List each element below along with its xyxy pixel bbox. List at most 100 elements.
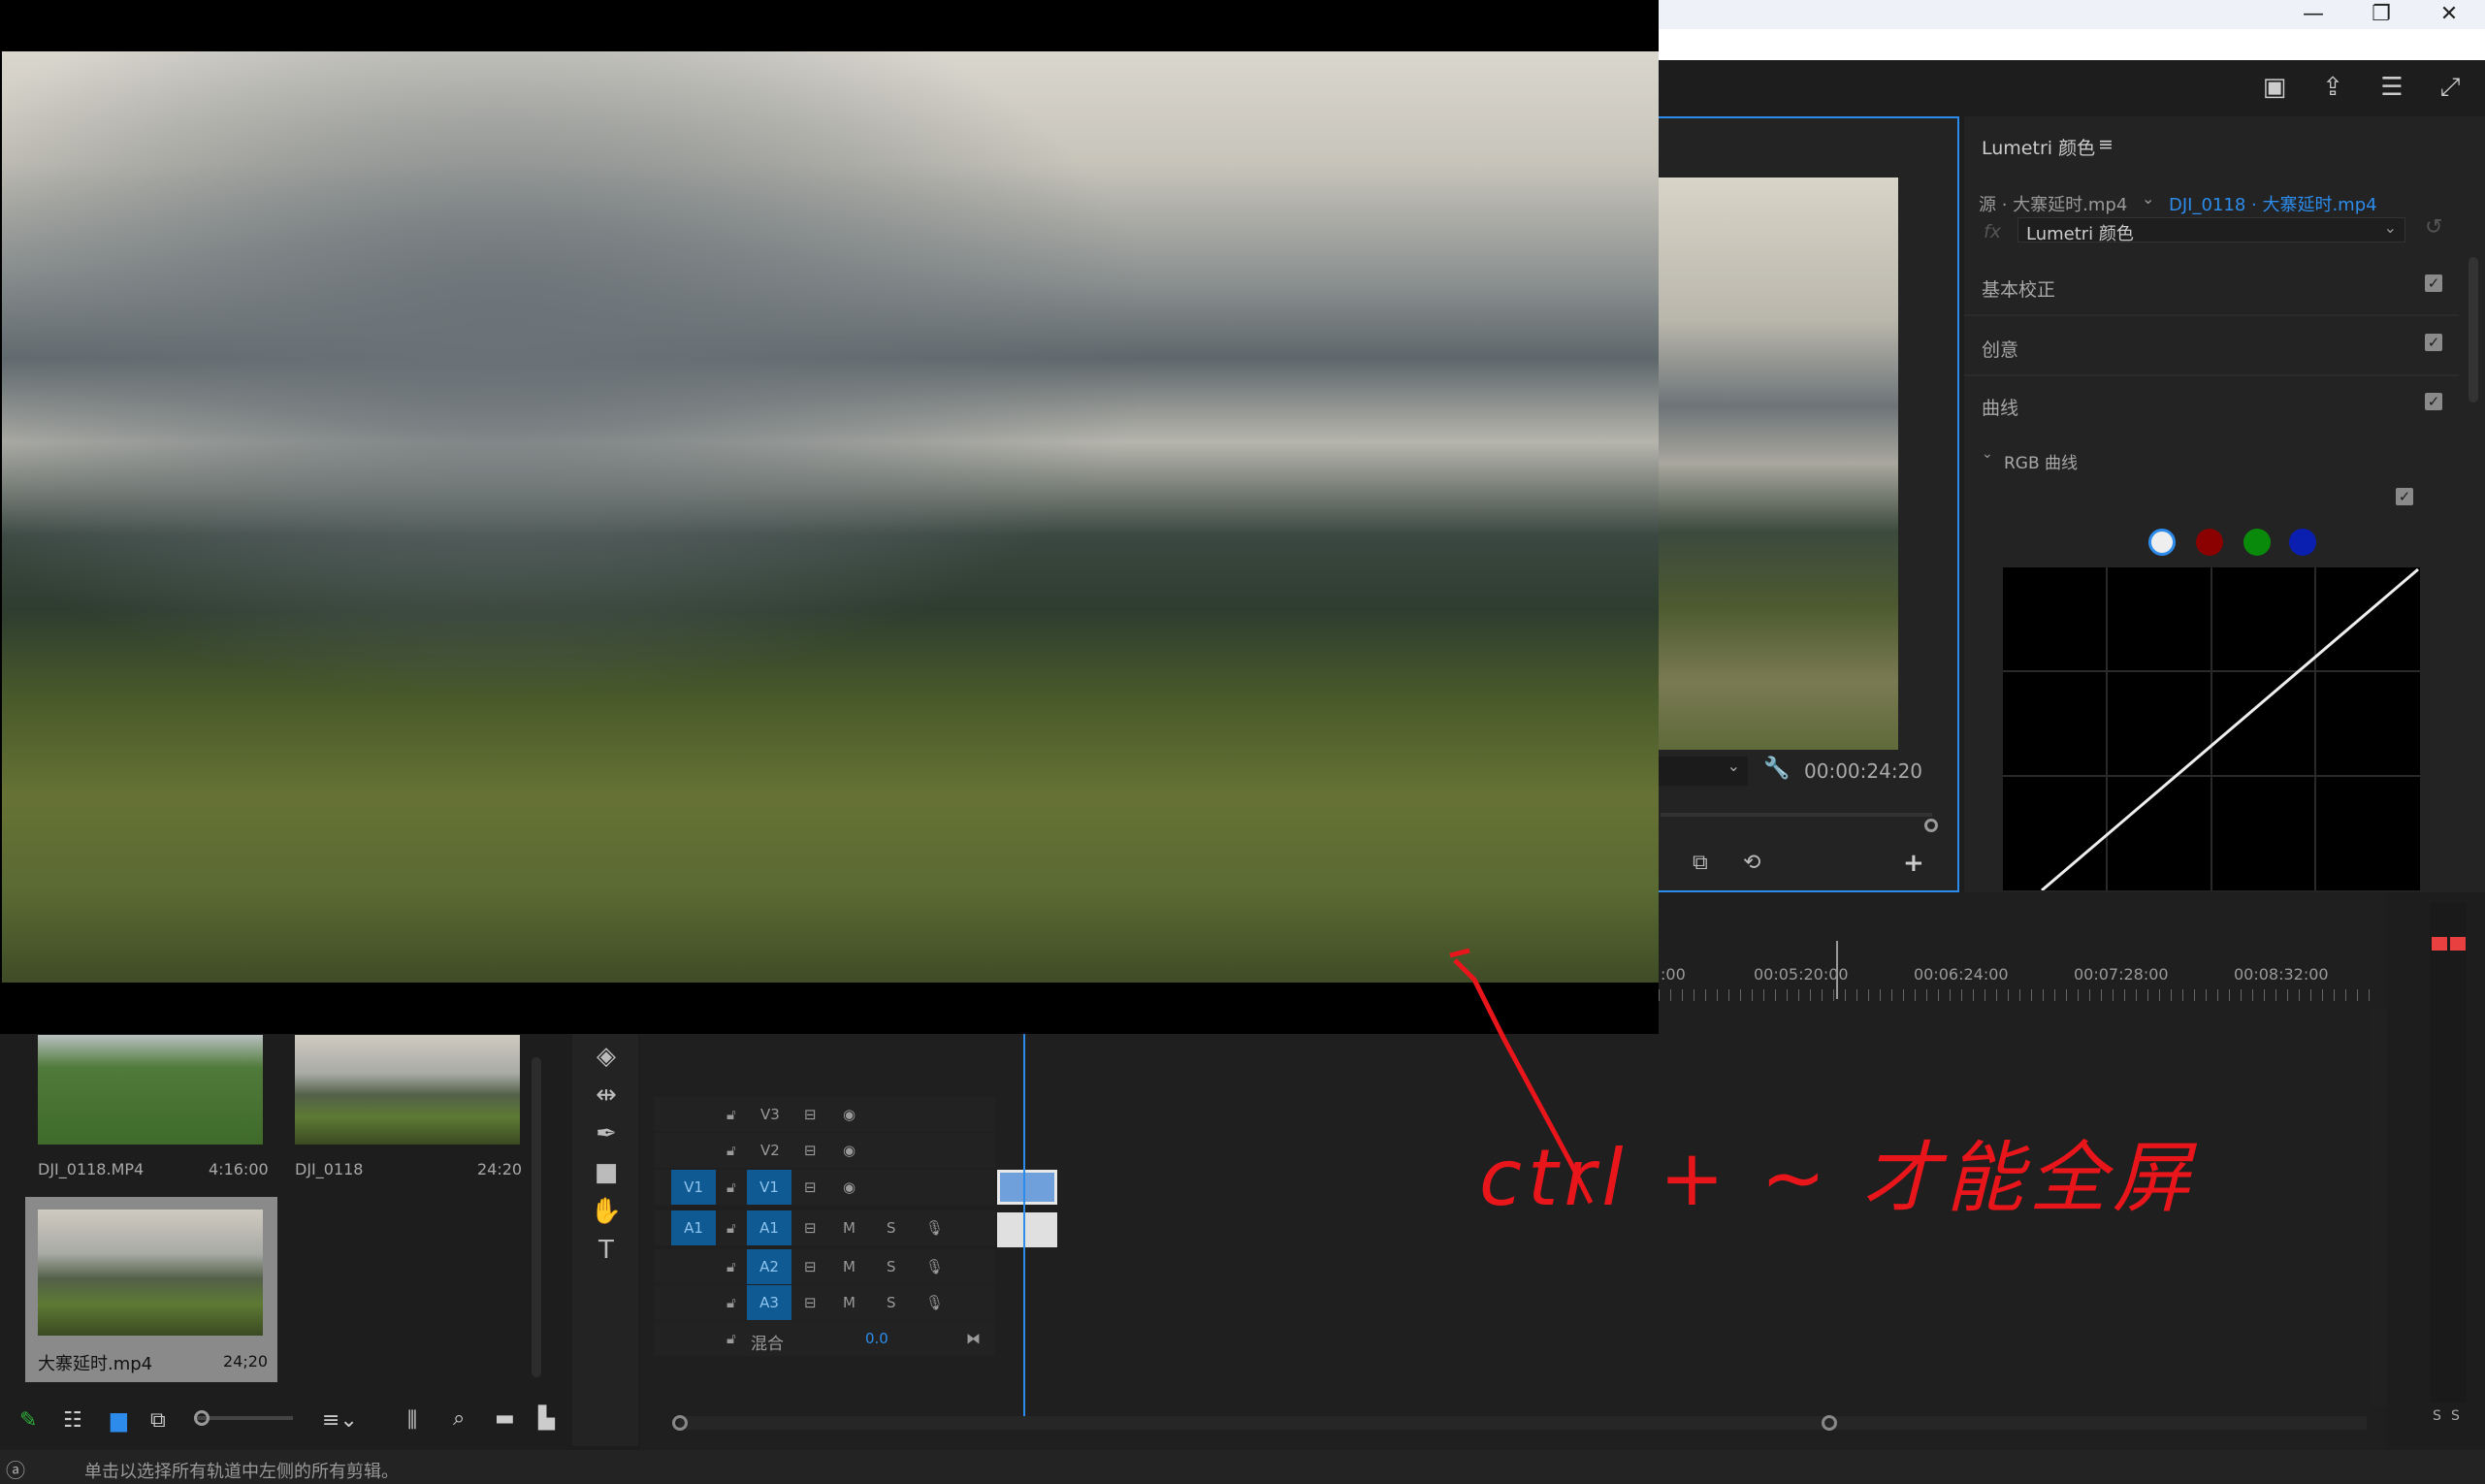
restore-button[interactable]: ❐ xyxy=(2362,2,2401,26)
type-tool-icon[interactable]: T xyxy=(582,1236,630,1271)
zoom-slider[interactable] xyxy=(196,1416,293,1420)
chevron-down-icon[interactable]: ⌄ xyxy=(1982,446,1993,462)
clip-indicator-left[interactable] xyxy=(2432,937,2447,951)
eye-icon[interactable]: ◉ xyxy=(843,1142,855,1159)
creative-cloud-icon[interactable]: ⓐ xyxy=(6,1455,25,1483)
timeline-hscrollbar[interactable] xyxy=(679,1416,2367,1430)
overwrite-icon[interactable]: ⧉ xyxy=(1693,851,1708,875)
app-header xyxy=(1659,60,2485,116)
playhead[interactable] xyxy=(1023,1034,1025,1416)
pen-tool-icon[interactable]: ✒ xyxy=(582,1119,630,1154)
close-button[interactable]: ✕ xyxy=(2430,2,2469,26)
source-clip-label[interactable]: 源 · 大寨延时.mp4 xyxy=(1979,191,2127,216)
solo-button[interactable]: S xyxy=(887,1294,896,1311)
scroll-handle-right[interactable] xyxy=(1822,1415,1837,1431)
mute-button[interactable]: M xyxy=(843,1258,855,1275)
project-scrollbar[interactable] xyxy=(532,1057,541,1377)
mic-icon[interactable]: 🎙︎ xyxy=(925,1294,944,1311)
rgb-curve-graph[interactable] xyxy=(2003,567,2420,892)
creative-checkbox[interactable]: ✓ xyxy=(2425,334,2442,351)
monitor-scrub-bar[interactable] xyxy=(1661,813,1932,817)
list-view-icon[interactable]: ☷ xyxy=(63,1408,82,1433)
add-button-icon[interactable]: + xyxy=(1903,849,1924,878)
pencil-icon[interactable]: ✎ xyxy=(19,1408,37,1433)
clip-thumbnail[interactable] xyxy=(38,1035,263,1145)
monitor-zoom-handle[interactable] xyxy=(1924,819,1938,832)
source-patch-a1[interactable]: A1 xyxy=(671,1210,716,1245)
rgb-curve-label[interactable]: RGB 曲线 xyxy=(2004,449,2078,473)
icon-view-icon[interactable]: ▆ xyxy=(111,1408,127,1433)
track-target-v1[interactable]: V1 xyxy=(747,1170,791,1205)
track-target-a3[interactable]: A3 xyxy=(747,1285,791,1320)
solo-right[interactable]: S xyxy=(2451,1408,2460,1424)
sort-icon[interactable]: ≡⌄ xyxy=(322,1408,358,1433)
solo-button[interactable]: S xyxy=(887,1258,896,1275)
mix-value[interactable]: 0.0 xyxy=(865,1330,888,1347)
razor-tool-icon[interactable]: ◈ xyxy=(582,1042,630,1077)
mic-icon[interactable]: 🎙︎ xyxy=(925,1219,944,1237)
hand-tool-icon[interactable]: ✋ xyxy=(582,1197,630,1232)
effect-select[interactable]: Lumetri 颜色 ⌄ xyxy=(2017,217,2405,244)
reset-icon[interactable]: ↺ xyxy=(2425,215,2442,240)
new-bin-icon[interactable]: ▬ xyxy=(495,1406,515,1431)
effect-select-value: Lumetri 颜色 xyxy=(2026,224,2134,244)
sequence-thumbnail[interactable] xyxy=(295,1035,520,1145)
source-patch-v1[interactable]: V1 xyxy=(671,1170,716,1205)
sync-icon[interactable]: ⊟ xyxy=(804,1219,817,1237)
mic-icon[interactable]: 🎙︎ xyxy=(925,1258,944,1275)
sync-icon[interactable]: ⊟ xyxy=(804,1258,817,1275)
rgb-curve-checkbox[interactable]: ✓ xyxy=(2396,488,2413,505)
curves-checkbox[interactable]: ✓ xyxy=(2425,393,2442,410)
slip-tool-icon[interactable]: ⇹ xyxy=(582,1081,630,1115)
fit-dropdown[interactable]: ⌄ xyxy=(1659,757,1748,786)
eye-icon[interactable]: ◉ xyxy=(843,1178,855,1196)
sequence-clip-label[interactable]: DJI_0118 · 大寨延时.mp4 xyxy=(2169,191,2377,216)
automate-icon[interactable]: ⫼ xyxy=(407,1408,417,1433)
compare-view-icon[interactable]: ⟲ xyxy=(1743,851,1760,875)
video-clip[interactable] xyxy=(997,1170,1057,1205)
freeform-view-icon[interactable]: ⧉ xyxy=(150,1408,166,1433)
basic-correction-checkbox[interactable]: ✓ xyxy=(2425,274,2442,292)
eye-icon[interactable]: ◉ xyxy=(843,1106,855,1123)
rectangle-tool-icon[interactable]: ■ xyxy=(582,1158,630,1193)
mix-toggle-icon[interactable]: ⧓ xyxy=(966,1330,981,1347)
mix-label: 混合 xyxy=(751,1335,784,1354)
section-creative[interactable]: 创意 xyxy=(1964,318,2459,376)
minimize-button[interactable]: — xyxy=(2294,2,2333,26)
track-target-a1[interactable]: A1 xyxy=(747,1210,791,1245)
timeline-vscrollbar[interactable] xyxy=(2371,1009,2388,1406)
settings-wrench-icon[interactable]: 🔧 xyxy=(1763,757,1790,781)
chevron-down-icon: ⌄ xyxy=(2383,218,2397,237)
panel-menu-icon[interactable]: ≡ xyxy=(2098,134,2114,155)
audio-clip[interactable] xyxy=(997,1212,1057,1247)
sync-icon[interactable]: ⊟ xyxy=(804,1106,817,1123)
sync-icon[interactable]: ⊟ xyxy=(804,1178,817,1196)
search-icon[interactable]: ⌕ xyxy=(453,1406,465,1431)
solo-button[interactable]: S xyxy=(887,1219,896,1237)
red-channel-button[interactable] xyxy=(2196,529,2223,556)
chevron-down-icon[interactable]: ⌄ xyxy=(2142,189,2154,208)
new-item-icon[interactable]: ▙ xyxy=(538,1406,555,1431)
track-target-a2[interactable]: A2 xyxy=(747,1249,791,1284)
fullscreen-icon[interactable]: ⤢ xyxy=(2435,72,2466,103)
sync-icon[interactable]: ⊟ xyxy=(804,1142,817,1159)
mute-button[interactable]: M xyxy=(843,1294,855,1311)
green-channel-button[interactable] xyxy=(2243,529,2271,556)
lumetri-scrollbar[interactable] xyxy=(2469,257,2478,403)
clip-thumbnail[interactable] xyxy=(38,1210,263,1336)
scroll-handle-left[interactable] xyxy=(672,1415,688,1431)
mute-button[interactable]: M xyxy=(843,1219,855,1237)
track-v3: 🔓︎ V3 ⊟ ◉ xyxy=(654,1097,995,1132)
sync-icon[interactable]: ⊟ xyxy=(804,1294,817,1311)
workspaces-icon[interactable]: ▣ xyxy=(2259,72,2290,103)
lock-icon: 🔓︎ xyxy=(726,1330,736,1347)
white-channel-button[interactable] xyxy=(2148,529,2176,556)
export-icon[interactable]: ⇪ xyxy=(2317,72,2348,103)
section-curves[interactable]: 曲线 xyxy=(1982,394,2018,420)
section-basic-correction[interactable]: 基本校正 xyxy=(1964,258,2459,316)
menu-icon[interactable]: ☰ xyxy=(2376,72,2407,103)
solo-left[interactable]: S xyxy=(2433,1408,2441,1424)
zoom-slider-handle[interactable] xyxy=(194,1410,210,1426)
blue-channel-button[interactable] xyxy=(2289,529,2316,556)
clip-indicator-right[interactable] xyxy=(2450,937,2466,951)
